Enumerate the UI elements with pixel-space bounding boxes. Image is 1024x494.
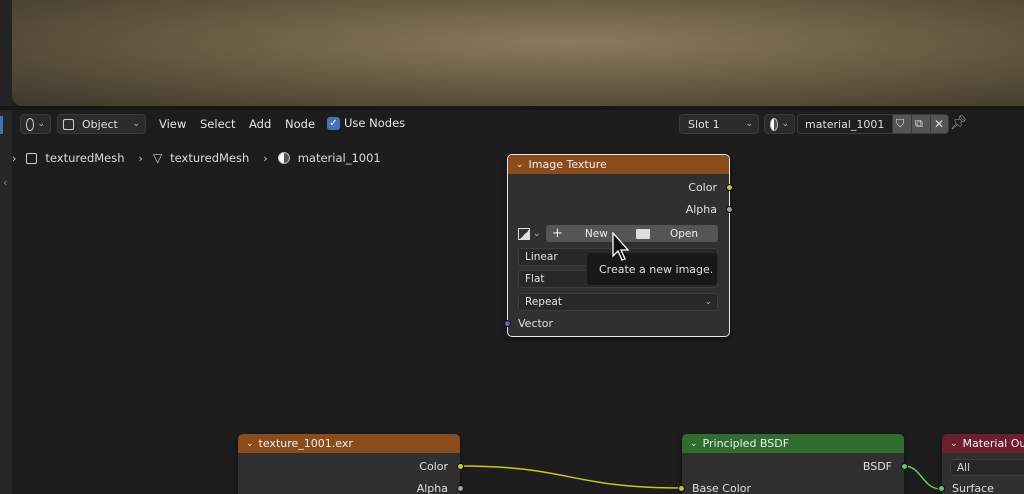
node-title: Principled BSDF — [702, 437, 790, 450]
chevron-down-icon: ⌄ — [745, 119, 753, 129]
editor-header: ⌄ Object ⌄ View Select Add Node ✓ Use No… — [12, 111, 1024, 137]
output-alpha-socket[interactable] — [457, 485, 464, 492]
material-name: material_1001 — [805, 117, 885, 131]
sidebar-toggle-arrow-icon[interactable]: ‹ — [3, 176, 7, 189]
object-icon — [26, 152, 38, 164]
chevron-down-icon: ⌄ — [132, 119, 140, 129]
pin-icon[interactable]: 📌︎ — [950, 115, 968, 131]
material-sphere-icon — [770, 117, 779, 131]
texture-node[interactable]: ⌄ texture_1001.exr Color Alpha — [238, 434, 464, 494]
breadcrumb-object: texturedMesh — [45, 151, 125, 165]
duplicate-icon: ⧉ — [915, 117, 923, 130]
menu-add[interactable]: Add — [249, 117, 271, 131]
input-base-color-socket[interactable] — [678, 485, 685, 492]
image-browse-button[interactable]: ⌄ — [518, 226, 546, 242]
collapse-chevron-icon[interactable]: ⌄ — [246, 439, 254, 449]
editor-left-strip — [0, 110, 12, 494]
node-title: Material Outp — [962, 437, 1024, 450]
node-header[interactable]: ⌄ Material Outp — [942, 434, 1024, 453]
node-header[interactable]: ⌄ Image Texture — [508, 155, 729, 174]
use-nodes-label: Use Nodes — [344, 116, 406, 130]
node-title: texture_1001.exr — [258, 437, 353, 450]
material-browse-button[interactable]: ⌄ — [764, 114, 795, 134]
interpolation-value: Linear — [525, 251, 558, 263]
breadcrumb: › texturedMesh › ▽ texturedMesh › materi… — [12, 150, 395, 166]
collapse-chevron-icon[interactable]: ⌄ — [516, 160, 524, 170]
chevron-right-icon: › — [12, 151, 17, 165]
extension-value: Repeat — [525, 296, 562, 308]
viewport-left-strip — [0, 0, 12, 112]
new-label: New — [584, 227, 608, 240]
breadcrumb-mesh: texturedMesh — [170, 151, 250, 165]
mouse-cursor-icon — [612, 232, 630, 261]
output-alpha-socket[interactable] — [726, 206, 733, 213]
output-color-label: Color — [419, 460, 448, 473]
chevron-down-icon: ⌄ — [704, 297, 712, 307]
principled-bsdf-node[interactable]: ⌄ Principled BSDF BSDF Base Color — [678, 434, 908, 494]
input-vector-socket[interactable] — [504, 320, 511, 327]
output-color-socket[interactable] — [457, 463, 464, 470]
tooltip-text: Create a new image. — [599, 262, 714, 276]
folder-icon — [636, 228, 650, 239]
input-surface-label: Surface — [952, 482, 994, 494]
chevron-down-icon: ⌄ — [533, 229, 541, 239]
collapse-chevron-icon[interactable]: ⌄ — [690, 439, 698, 449]
plus-icon: + — [552, 226, 563, 241]
material-name-field[interactable]: material_1001 — [797, 114, 893, 134]
projection-value: Flat — [525, 273, 545, 285]
material-output-node[interactable]: ⌄ Material Outp All Surface — [938, 434, 1024, 494]
open-label: Open — [670, 227, 699, 240]
output-alpha-label: Alpha — [416, 482, 448, 494]
menu-view[interactable]: View — [159, 117, 186, 131]
slot-dropdown[interactable]: Slot 1 ⌄ — [679, 114, 759, 134]
node-title: Image Texture — [528, 158, 607, 171]
input-base-color-label: Base Color — [692, 482, 752, 494]
input-vector-label: Vector — [518, 317, 554, 330]
output-bsdf-label: BSDF — [862, 460, 892, 473]
extension-dropdown[interactable]: Repeat ⌄ — [518, 293, 718, 311]
editor-type-button[interactable]: ⌄ — [20, 114, 51, 134]
object-icon — [63, 118, 74, 130]
close-icon: ✕ — [934, 117, 945, 131]
menu-node[interactable]: Node — [285, 117, 315, 131]
target-value: All — [957, 461, 971, 474]
output-bsdf-socket[interactable] — [901, 463, 908, 470]
material-sphere-icon — [277, 152, 290, 164]
active-indicator — [0, 116, 3, 134]
tooltip: Create a new image. — [586, 252, 718, 286]
slot-label: Slot 1 — [688, 117, 720, 131]
node-header[interactable]: ⌄ texture_1001.exr — [238, 434, 460, 453]
checkbox-check-icon[interactable]: ✓ — [327, 116, 340, 130]
shield-icon: ⛉ — [896, 117, 905, 130]
output-color-label: Color — [688, 181, 717, 194]
output-alpha-label: Alpha — [685, 203, 717, 216]
mode-dropdown[interactable]: Object ⌄ — [57, 114, 146, 134]
node-header[interactable]: ⌄ Principled BSDF — [682, 434, 904, 453]
fake-user-button[interactable]: ⛉ — [892, 114, 912, 134]
mesh-icon: ▽ — [152, 151, 163, 165]
3d-viewport[interactable] — [12, 0, 1024, 106]
open-image-button[interactable]: Open — [632, 225, 718, 242]
target-dropdown[interactable]: All — [950, 459, 1024, 476]
menu-select[interactable]: Select — [200, 117, 235, 131]
chevron-right-icon: › — [138, 151, 143, 165]
chevron-down-icon: ⌄ — [781, 119, 789, 129]
output-color-socket[interactable] — [726, 184, 733, 191]
breadcrumb-material: material_1001 — [297, 151, 381, 165]
duplicate-material-button[interactable]: ⧉ — [911, 114, 931, 134]
chevron-down-icon: ⌄ — [37, 119, 45, 129]
input-surface-socket[interactable] — [938, 485, 945, 492]
node-editor-icon — [26, 117, 35, 131]
collapse-chevron-icon[interactable]: ⌄ — [950, 439, 958, 449]
use-nodes-toggle[interactable]: ✓ Use Nodes — [327, 116, 405, 130]
unlink-material-button[interactable]: ✕ — [930, 114, 949, 134]
chevron-right-icon: › — [263, 151, 268, 165]
image-icon — [518, 228, 530, 240]
mode-label: Object — [82, 117, 118, 131]
